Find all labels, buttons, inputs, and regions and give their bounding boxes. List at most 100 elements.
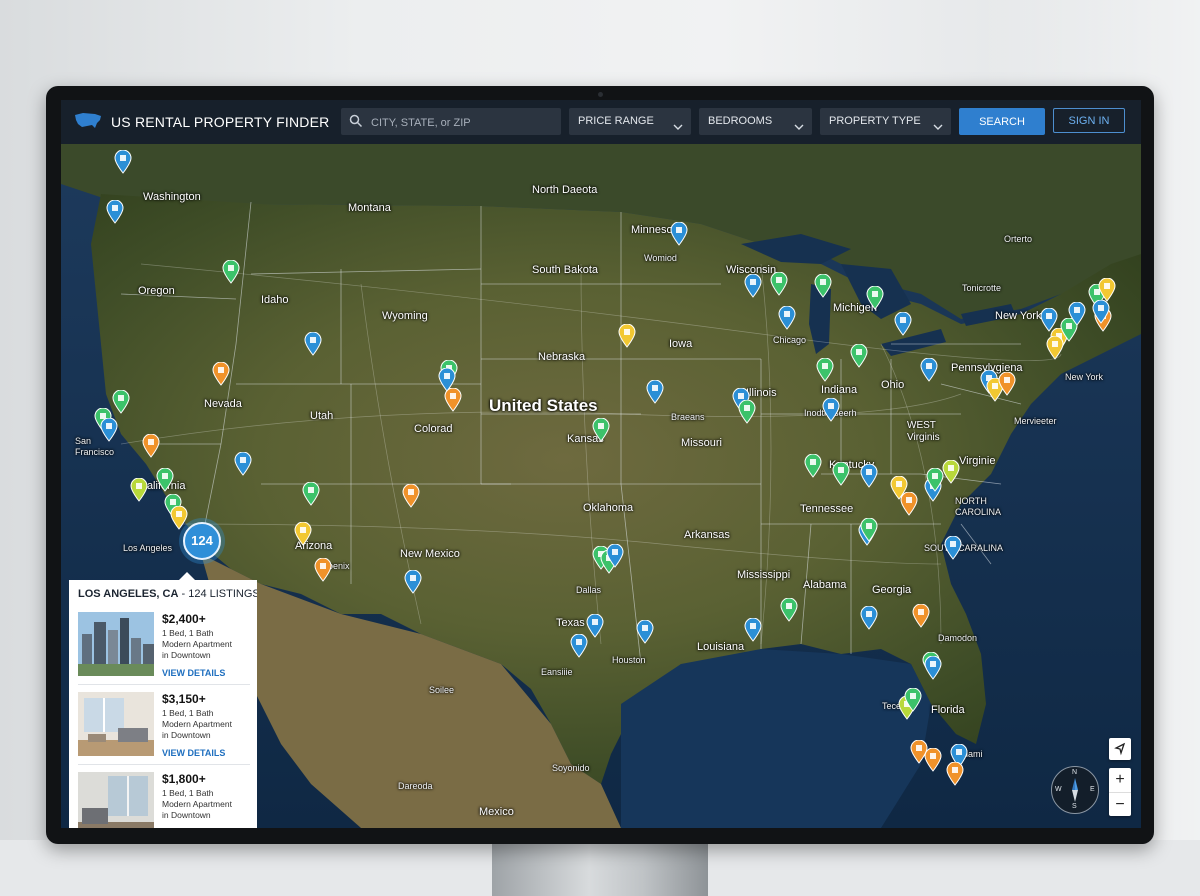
map-pin-icon: [912, 603, 930, 628]
property-pin-marker[interactable]: [142, 433, 160, 458]
search-button[interactable]: SEARCH: [959, 108, 1045, 135]
property-pin-marker[interactable]: [302, 481, 320, 506]
property-pin-marker[interactable]: [314, 557, 332, 582]
property-pin-marker[interactable]: [444, 387, 462, 412]
chevron-down-icon: [673, 116, 683, 143]
property-pin-marker[interactable]: [944, 535, 962, 560]
listing-desc-line: Modern Apartment: [162, 639, 232, 649]
property-pin-marker[interactable]: [900, 491, 918, 516]
map-pin-icon: [1068, 301, 1086, 326]
property-pin-marker[interactable]: [170, 505, 188, 530]
locate-me-button[interactable]: [1109, 738, 1131, 760]
property-pin-marker[interactable]: [234, 451, 252, 476]
us-map-logo-icon: [73, 111, 103, 136]
property-pin-marker[interactable]: [822, 397, 840, 422]
property-pin-marker[interactable]: [780, 597, 798, 622]
property-pin-marker[interactable]: [618, 323, 636, 348]
property-pin-marker[interactable]: [404, 569, 422, 594]
property-pin-marker[interactable]: [130, 477, 148, 502]
property-pin-marker[interactable]: [894, 311, 912, 336]
state-label: Alabama: [803, 579, 847, 591]
property-pin-marker[interactable]: [606, 543, 624, 568]
bedrooms-dropdown[interactable]: BEDROOMS: [699, 108, 812, 135]
property-pin-marker[interactable]: [114, 149, 132, 174]
listing-card[interactable]: $3,150+ 1 Bed, 1 Bath Modern Apartment i…: [78, 688, 250, 765]
state-label: Florida: [931, 704, 965, 716]
property-pin-marker[interactable]: [738, 399, 756, 424]
property-pin-marker[interactable]: [866, 285, 884, 310]
property-pin-marker[interactable]: [778, 305, 796, 330]
property-pin-marker[interactable]: [904, 687, 922, 712]
panel-pointer: [179, 572, 195, 580]
property-pin-marker[interactable]: [636, 619, 654, 644]
property-pin-marker[interactable]: [106, 199, 124, 224]
property-type-dropdown[interactable]: PROPERTY TYPE: [820, 108, 951, 135]
zoom-control: + −: [1109, 768, 1131, 816]
map-pin-icon: [944, 535, 962, 560]
state-label: SOUTH CARALINA: [924, 543, 1004, 553]
map-pin-icon: [900, 491, 918, 516]
map-pin-icon: [606, 543, 624, 568]
price-range-dropdown[interactable]: PRICE RANGE: [569, 108, 691, 135]
property-pin-marker[interactable]: [156, 467, 174, 492]
property-pin-marker[interactable]: [294, 521, 312, 546]
search-box[interactable]: [341, 108, 561, 137]
property-pin-marker[interactable]: [850, 343, 868, 368]
map-pin-icon: [920, 357, 938, 382]
map-pin-icon: [744, 273, 762, 298]
region-label: Orterto: [1004, 234, 1033, 244]
search-input[interactable]: [369, 108, 559, 137]
listing-beds: 1 Bed, 1 Bath: [162, 628, 214, 638]
property-pin-marker[interactable]: [646, 379, 664, 404]
sign-in-button[interactable]: SIGN IN: [1053, 108, 1125, 133]
property-pin-marker[interactable]: [1092, 299, 1110, 324]
property-pin-marker[interactable]: [832, 461, 850, 486]
property-pin-marker[interactable]: [920, 357, 938, 382]
compass-control[interactable]: N S E W: [1051, 766, 1099, 814]
property-pin-marker[interactable]: [100, 417, 118, 442]
listing-card[interactable]: $2,400+ 1 Bed, 1 Bath Modern Apartment i…: [78, 608, 250, 685]
listing-description: 1 Bed, 1 Bath Modern Apartment in Downto…: [162, 628, 252, 661]
zoom-in-button[interactable]: +: [1109, 768, 1131, 792]
satellite-map[interactable]: United States Washington Oregon Idaho Mo…: [61, 144, 1141, 828]
property-pin-marker[interactable]: [1098, 277, 1116, 302]
property-pin-marker[interactable]: [860, 605, 878, 630]
city-label: Damodon: [938, 633, 978, 643]
state-label: Oregon: [138, 285, 175, 297]
property-pin-marker[interactable]: [586, 613, 604, 638]
property-pin-marker[interactable]: [744, 617, 762, 642]
property-pin-marker[interactable]: [860, 517, 878, 542]
property-pin-marker[interactable]: [924, 747, 942, 772]
property-pin-marker[interactable]: [212, 361, 230, 386]
listing-panel: LOS ANGELES, CA - 124 LISTINGS $2,400+ 1…: [69, 580, 257, 828]
map-pin-icon: [804, 453, 822, 478]
property-pin-marker[interactable]: [112, 389, 130, 414]
property-pin-marker[interactable]: [670, 221, 688, 246]
property-pin-marker[interactable]: [814, 273, 832, 298]
map-pin-icon: [866, 285, 884, 310]
map-pin-icon: [860, 517, 878, 542]
property-pin-marker[interactable]: [770, 271, 788, 296]
price-range-label: PRICE RANGE: [578, 115, 654, 127]
listing-price: $3,150+: [162, 692, 206, 706]
property-pin-marker[interactable]: [402, 483, 420, 508]
property-pin-marker[interactable]: [744, 273, 762, 298]
listing-card[interactable]: $1,800+ 1 Bed, 1 Bath Modern Apartment i…: [78, 768, 250, 828]
property-pin-marker[interactable]: [592, 417, 610, 442]
property-pin-marker[interactable]: [1068, 301, 1086, 326]
property-pin-marker[interactable]: [942, 459, 960, 484]
property-pin-marker[interactable]: [946, 761, 964, 786]
property-pin-marker[interactable]: [804, 453, 822, 478]
property-pin-marker[interactable]: [998, 371, 1016, 396]
property-pin-marker[interactable]: [222, 259, 240, 284]
view-details-link[interactable]: VIEW DETAILS: [162, 748, 225, 758]
property-pin-marker[interactable]: [304, 331, 322, 356]
property-pin-marker[interactable]: [912, 603, 930, 628]
map-pin-icon: [404, 569, 422, 594]
view-details-link[interactable]: VIEW DETAILS: [162, 668, 225, 678]
property-pin-marker[interactable]: [860, 463, 878, 488]
property-pin-marker[interactable]: [816, 357, 834, 382]
listing-cluster-marker[interactable]: 124: [183, 522, 221, 560]
property-pin-marker[interactable]: [924, 655, 942, 680]
zoom-out-button[interactable]: −: [1109, 792, 1131, 817]
